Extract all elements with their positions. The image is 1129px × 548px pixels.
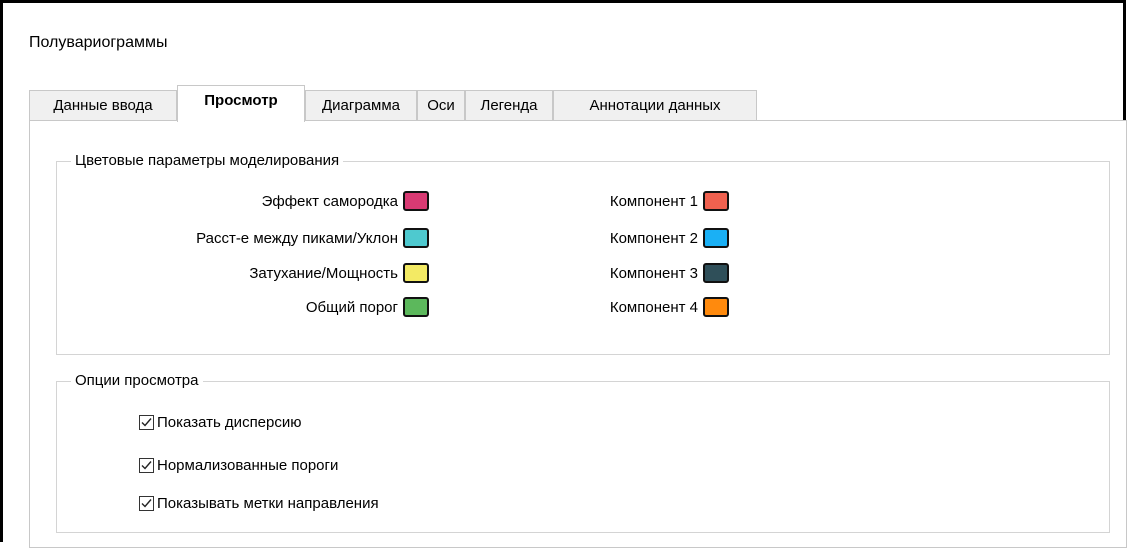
- tab-label: Просмотр: [204, 92, 278, 109]
- option-label: Нормализованные пороги: [157, 456, 339, 474]
- color-swatch-component-1[interactable]: [703, 191, 729, 211]
- tab-label: Легенда: [480, 97, 538, 114]
- show-variance-checkbox[interactable]: [139, 414, 154, 430]
- tab-panel-view: Цветовые параметры моделирования Эффект …: [29, 120, 1127, 548]
- tab-label: Данные ввода: [53, 97, 153, 114]
- color-settings-group-label: Цветовые параметры моделирования: [71, 151, 344, 171]
- color-swatch-component-2[interactable]: [703, 228, 729, 248]
- color-settings-group: Цветовые параметры моделирования Эффект …: [56, 151, 1110, 355]
- tab-axes[interactable]: Оси: [417, 90, 465, 121]
- checkmark-icon: [141, 460, 152, 470]
- color-swatch-nugget[interactable]: [403, 191, 429, 211]
- normalized-sills-checkbox[interactable]: [139, 457, 154, 473]
- color-swatch-range-slope[interactable]: [403, 228, 429, 248]
- swatch-row-range-slope: Расст-е между пиками/Уклон: [196, 226, 429, 250]
- option-show-variance[interactable]: Показать дисперсию: [139, 411, 302, 433]
- tab-legend[interactable]: Легенда: [465, 90, 553, 121]
- tab-diagram[interactable]: Диаграмма: [305, 90, 417, 121]
- checkmark-icon: [141, 417, 152, 427]
- swatch-row-total-sill: Общий порог: [306, 295, 429, 319]
- swatch-label: Затухание/Мощность: [249, 264, 398, 282]
- swatch-label: Компонент 1: [609, 192, 698, 210]
- option-label: Показывать метки направления: [157, 494, 379, 512]
- dialog-window: Полувариограммы Данные ввода Просмотр Ди…: [0, 0, 1127, 548]
- swatch-label: Общий порог: [305, 298, 398, 316]
- swatch-row-decay-power: Затухание/Мощность: [249, 261, 429, 285]
- swatch-row-component-2: Компонент 2: [610, 226, 729, 250]
- color-swatch-total-sill[interactable]: [403, 297, 429, 317]
- swatch-row-component-1: Компонент 1: [610, 189, 729, 213]
- swatch-label: Компонент 2: [609, 229, 698, 247]
- window-title: Полувариограммы: [29, 34, 168, 51]
- option-show-direction-labels[interactable]: Показывать метки направления: [139, 492, 379, 514]
- swatch-label: Компонент 3: [609, 264, 698, 282]
- color-swatch-component-4[interactable]: [703, 297, 729, 317]
- swatch-label: Эффект самородка: [261, 192, 398, 210]
- show-direction-labels-checkbox[interactable]: [139, 495, 154, 511]
- view-options-group: Опции просмотра Показать дисперсию Норма…: [56, 371, 1110, 533]
- tab-label: Оси: [427, 97, 455, 114]
- swatch-row-nugget: Эффект самородка: [262, 189, 429, 213]
- swatch-label: Компонент 4: [609, 298, 698, 316]
- color-swatch-decay-power[interactable]: [403, 263, 429, 283]
- option-label: Показать дисперсию: [157, 413, 302, 431]
- swatch-label: Расст-е между пиками/Уклон: [196, 229, 398, 247]
- view-options-group-label: Опции просмотра: [71, 371, 203, 391]
- checkmark-icon: [141, 498, 152, 508]
- swatch-row-component-3: Компонент 3: [610, 261, 729, 285]
- tab-view[interactable]: Просмотр: [177, 85, 305, 122]
- tab-label: Аннотации данных: [589, 97, 721, 114]
- tab-input-data[interactable]: Данные ввода: [29, 90, 177, 121]
- color-swatch-component-3[interactable]: [703, 263, 729, 283]
- option-normalized-sills[interactable]: Нормализованные пороги: [139, 454, 338, 476]
- swatch-row-component-4: Компонент 4: [610, 295, 729, 319]
- tab-label: Диаграмма: [321, 97, 400, 114]
- tab-data-annotations[interactable]: Аннотации данных: [553, 90, 757, 121]
